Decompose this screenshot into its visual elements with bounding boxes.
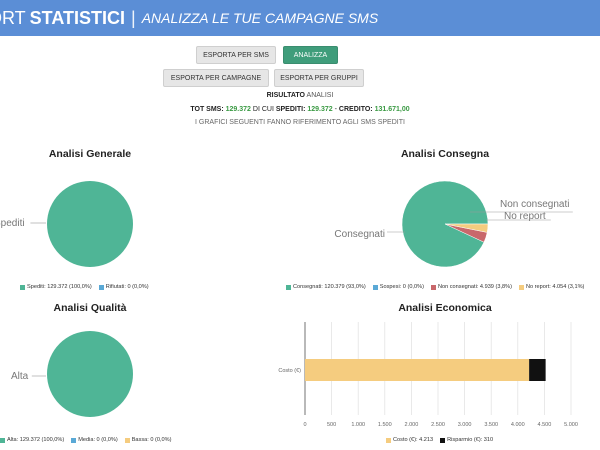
x-tick-label: 3.500 (484, 422, 498, 428)
legend-text: Rifiutati: 0 (0,0%) (105, 284, 149, 290)
legend-item-spediti[interactable]: Spediti: 129.372 (100,0%) (20, 284, 92, 290)
x-tick-label: 1.500 (378, 422, 392, 428)
legend-text: Non consegnati: 4.939 (3,8%) (437, 284, 512, 290)
x-tick-label: 500 (327, 422, 336, 428)
legend-item-sospesi[interactable]: Sospesi: 0 (0,0%) (372, 284, 424, 290)
bar-costo (305, 359, 530, 381)
legend-swatch (0, 437, 5, 443)
y-category-label: Costo (€) (278, 368, 301, 374)
x-tick-label: 4.000 (511, 422, 525, 428)
legend-swatch (286, 284, 291, 290)
legend-swatch (372, 284, 378, 290)
legend-swatch (440, 437, 446, 443)
x-tick-label: 0 (303, 422, 306, 428)
x-tick-label: 1.000 (351, 422, 365, 428)
legend-swatch (98, 284, 104, 290)
legend-swatch (20, 284, 25, 290)
legend-item-consegnati[interactable]: Consegnati: 120.379 (93,0%) (286, 284, 366, 290)
legend-text: Risparmio (€): 310 (447, 437, 494, 443)
legend-generale: Spediti: 129.372 (100,0%) Rifiutati: 0 (0… (20, 284, 149, 290)
legend-text: Bassa: 0 (0,0%) (131, 437, 172, 443)
legend-swatch (71, 437, 77, 443)
legend-swatch (386, 437, 391, 443)
legend-text: Alta: 129.372 (100,0%) (7, 437, 65, 443)
legend-economica: Costo (€): 4.213 Risparmio (€): 310 (386, 437, 493, 443)
legend-consegna: Consegnati: 120.379 (93,0%) Sospesi: 0 (0… (286, 284, 584, 290)
legend-item-alta[interactable]: Alta: 129.372 (100,0%) (0, 437, 64, 443)
legend-item-rifiutati[interactable]: Rifiutati: 0 (0,0%) (98, 284, 149, 290)
legend-text: Spediti: 129.372 (100,0%) (27, 284, 92, 290)
legend-text: Costo (€): 4.213 (393, 437, 434, 443)
bar-chart-economica: 0 500 1.000 1.500 2.000 2.500 3.000 3.500 4.000 4… (278, 322, 578, 428)
legend-swatch (430, 284, 436, 290)
x-tick-label: 3.000 (458, 422, 472, 428)
legend-item-bassa[interactable]: Bassa: 0 (0,0%) (124, 437, 172, 443)
legend-swatch (124, 437, 130, 443)
legend-text: Consegnati: 120.379 (93,0%) (293, 284, 366, 290)
legend-item-risparmio[interactable]: Risparmio (€): 310 (440, 437, 493, 443)
legend-text: Media: 0 (0,0%) (78, 437, 118, 443)
legend-item-no-report[interactable]: No report: 4.054 (3,1%) (518, 284, 585, 290)
x-tick-label: 4.500 (538, 422, 552, 428)
legend-text: No report: 4.054 (3,1%) (525, 284, 585, 290)
legend-item-costo[interactable]: Costo (€): 4.213 (386, 437, 433, 443)
legend-item-non-consegnati[interactable]: Non consegnati: 4.939 (3,8%) (430, 284, 512, 290)
x-tick-label: 2.500 (431, 422, 445, 428)
bar-risparmio (529, 359, 546, 381)
legend-qualita: Alta: 129.372 (100,0%) Media: 0 (0,0%) Bas… (0, 437, 172, 443)
x-tick-label: 5.000 (564, 422, 578, 428)
legend-item-media[interactable]: Media: 0 (0,0%) (71, 437, 118, 443)
legend-swatch (518, 284, 524, 290)
legend-text: Sospesi: 0 (0,0%) (379, 284, 424, 290)
x-tick-label: 2.000 (405, 422, 419, 428)
